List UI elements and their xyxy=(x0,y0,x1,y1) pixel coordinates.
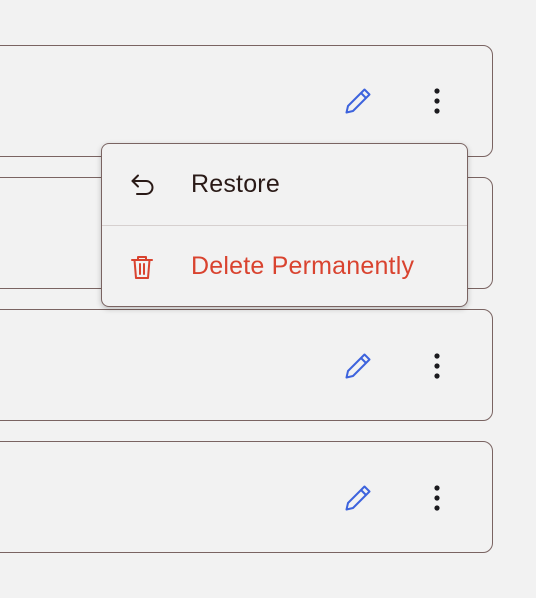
more-vertical-icon xyxy=(434,485,440,511)
edit-button[interactable] xyxy=(340,83,376,119)
more-options-button[interactable] xyxy=(419,348,455,384)
edit-button[interactable] xyxy=(340,480,376,516)
more-options-button[interactable] xyxy=(419,83,455,119)
more-options-button[interactable] xyxy=(419,480,455,516)
list-card[interactable] xyxy=(0,309,493,421)
restore-menu-item[interactable]: Restore xyxy=(102,144,467,225)
undo-arrow-icon xyxy=(127,170,157,200)
delete-permanently-menu-item[interactable]: Delete Permanently xyxy=(102,226,467,306)
more-vertical-icon xyxy=(434,353,440,379)
list-card[interactable] xyxy=(0,45,493,157)
pencil-icon xyxy=(345,353,371,379)
delete-permanently-label: Delete Permanently xyxy=(191,252,415,280)
more-vertical-icon xyxy=(434,88,440,114)
restore-label: Restore xyxy=(191,170,280,198)
trash-icon xyxy=(127,252,157,282)
list-card[interactable] xyxy=(0,441,493,553)
pencil-icon xyxy=(345,485,371,511)
edit-button[interactable] xyxy=(340,348,376,384)
context-menu: Restore Delete Permanently xyxy=(101,143,468,307)
pencil-icon xyxy=(345,88,371,114)
